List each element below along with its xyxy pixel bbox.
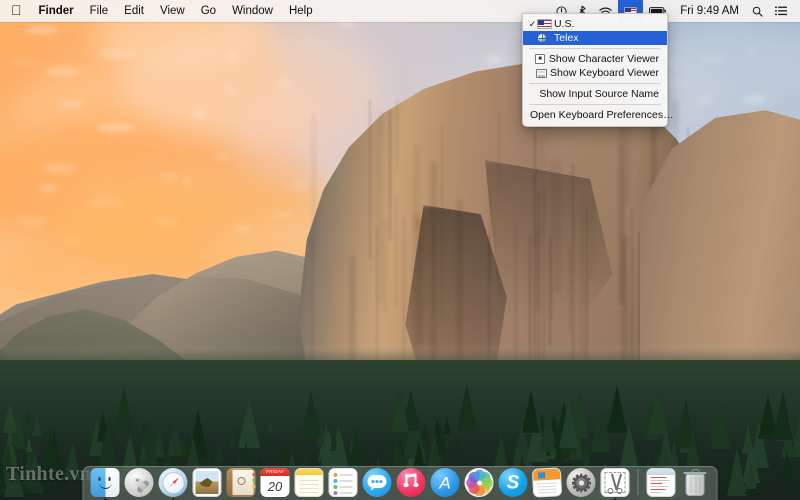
skype-glyph: S (506, 472, 520, 493)
menu-item-label: U.S. (554, 18, 575, 30)
menu-item-label: Telex (554, 32, 579, 44)
apple-menu-icon[interactable]:  (7, 0, 31, 21)
menu-separator (529, 83, 661, 84)
calendar-day-number: 20 (267, 479, 283, 494)
notification-center-icon[interactable] (769, 0, 793, 22)
input-source-menu: ✓ U.S. Telex ■ Show Character Viewer Show Key… (522, 13, 674, 127)
menu-bar-item-file[interactable]: File (82, 0, 117, 22)
dock-item-trash[interactable] (681, 468, 710, 497)
dock-item-itunes[interactable] (396, 468, 426, 497)
menu-item-u-s[interactable]: ✓ U.S. (523, 17, 667, 31)
desktop-screen: Tinhte.vn  FinderFileEditViewGoWindowHe… (0, 0, 800, 500)
us-flag-icon (537, 19, 552, 29)
menu-item-show-input-source-name[interactable]: Show Input Source Name (523, 87, 667, 101)
dock-item-safari[interactable] (158, 468, 188, 500)
us-flag-icon (537, 19, 552, 29)
dock-item-calendar[interactable]: FRIDAY 20 (260, 468, 290, 497)
telex-globe-icon (537, 33, 552, 43)
dock-item-photos[interactable] (464, 468, 494, 497)
menu-bar-item-finder[interactable]: Finder (31, 0, 82, 22)
dock-item-contacts[interactable] (226, 468, 256, 497)
menu-bar-app-menus:  FinderFileEditViewGoWindowHelp (0, 0, 321, 22)
character-viewer-icon: ■ (535, 54, 547, 64)
dock-separator (637, 469, 639, 495)
menu-bar-clock[interactable]: Fri 9:49 AM (673, 0, 746, 22)
dock-item-system-preferences[interactable] (566, 468, 596, 497)
dock-item-downloads-stack[interactable] (646, 468, 676, 497)
menu-item-label: Show Input Source Name (539, 88, 659, 100)
dock-item-reminders[interactable] (328, 468, 358, 497)
menu-bar-item-view[interactable]: View (152, 0, 193, 22)
site-watermark: Tinhte.vn (6, 463, 92, 485)
menu-bar-item-help[interactable]: Help (281, 0, 321, 22)
search-icon[interactable] (746, 0, 769, 22)
menu-bar-item-window[interactable]: Window (224, 0, 281, 22)
app-store-glyph: A (439, 473, 451, 492)
dock-item-grab[interactable] (600, 468, 630, 500)
dock-item-launchpad[interactable] (124, 468, 154, 497)
menu-item-telex[interactable]: Telex (523, 31, 667, 45)
menu-bar-item-edit[interactable]: Edit (116, 0, 152, 22)
dock: FRIDAY 20 A S (82, 466, 718, 500)
dock-item-notes[interactable] (294, 468, 324, 497)
menu-separator (529, 48, 661, 49)
dock-item-photos-classic[interactable] (192, 468, 222, 497)
menu-bar:  FinderFileEditViewGoWindowHelp (0, 0, 800, 22)
menu-item-label: Show Character Viewer (548, 53, 659, 65)
menu-item-open-keyboard-preferences[interactable]: Open Keyboard Preferences… (523, 108, 674, 122)
calendar-month-label: FRIDAY (260, 468, 290, 476)
dock-item-skype[interactable]: S (498, 468, 528, 497)
menu-separator (529, 104, 661, 105)
menu-item-show-character-viewer[interactable]: ■ Show Character Viewer (523, 52, 667, 66)
dock-item-finder[interactable] (90, 468, 120, 500)
dock-item-app-store[interactable]: A (430, 468, 460, 497)
menu-item-label: Open Keyboard Preferences… (530, 109, 674, 121)
menu-bar-item-go[interactable]: Go (193, 0, 224, 22)
keyboard-viewer-icon (535, 68, 549, 78)
desktop-wallpaper: Tinhte.vn (0, 0, 800, 500)
dock-item-messages[interactable] (362, 468, 392, 497)
menu-item-show-keyboard-viewer[interactable]: Show Keyboard Viewer (523, 66, 667, 80)
checkmark-icon: ✓ (528, 18, 537, 29)
menu-item-label: Show Keyboard Viewer (550, 67, 659, 79)
dock-item-keynote[interactable] (531, 467, 563, 498)
